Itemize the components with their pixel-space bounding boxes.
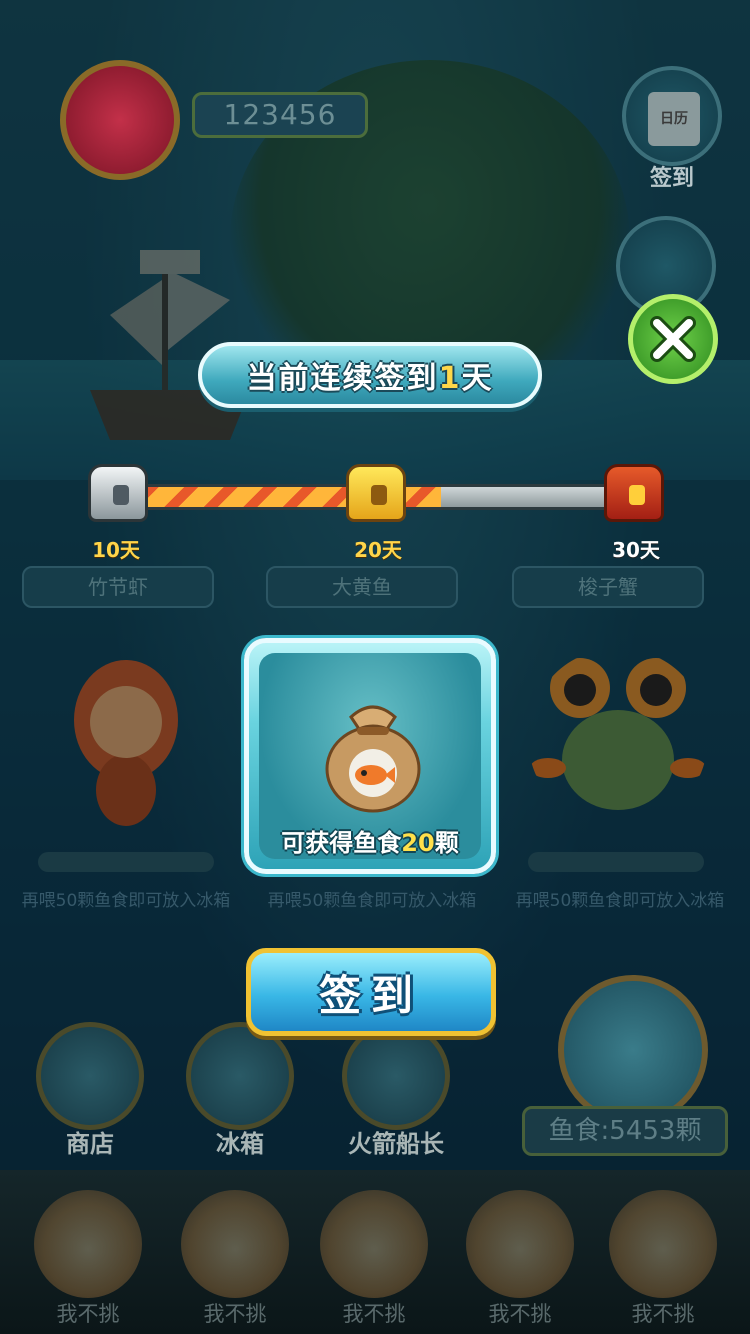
feed-progress-crab xyxy=(528,852,704,872)
player-avatar[interactable] xyxy=(60,60,180,180)
streak-title: 当前连续签到1天 xyxy=(198,342,542,408)
card-name-croaker: 大黄鱼 xyxy=(266,566,458,608)
silver-chest-icon[interactable] xyxy=(88,464,148,522)
close-icon xyxy=(650,316,696,362)
streak-title-prefix: 当前连续签到 xyxy=(246,361,439,396)
card-name-shrimp: 竹节虾 xyxy=(22,566,214,608)
calendar-icon: 日历 xyxy=(648,92,700,146)
reward-amount: 20 xyxy=(401,829,435,857)
milestone-10-label: 10天 xyxy=(92,538,140,562)
friend-name: 我不挑 xyxy=(342,1302,406,1326)
reward-text: 可获得鱼食20颗 xyxy=(259,823,481,858)
reward-card: 可获得鱼食20颗 xyxy=(244,638,496,874)
streak-days: 1 xyxy=(438,361,462,396)
checkin-label: 签到 xyxy=(649,166,694,191)
feed-note-crab: 再喂50颗鱼食即可放入冰箱 xyxy=(515,891,725,911)
feed-note-croaker: 再喂50颗鱼食即可放入冰箱 xyxy=(267,891,477,911)
shop-label: 商店 xyxy=(66,1130,114,1158)
friend-avatar[interactable] xyxy=(466,1190,574,1298)
fridge-label: 冰箱 xyxy=(216,1130,264,1158)
friend-name: 我不挑 xyxy=(631,1302,695,1326)
feed-note-shrimp: 再喂50颗鱼食即可放入冰箱 xyxy=(21,891,231,911)
friend-avatar[interactable] xyxy=(609,1190,717,1298)
milestone-20-label: 20天 xyxy=(354,538,402,562)
milestone-30-label: 30天 xyxy=(612,538,660,562)
card-name-crab: 梭子蟹 xyxy=(512,566,704,608)
fridge-button[interactable] xyxy=(186,1022,294,1130)
fish-food-counter: 鱼食:5453颗 xyxy=(522,1106,728,1156)
sign-in-button-label: 签到 xyxy=(318,970,423,1020)
treasure-chest-icon[interactable] xyxy=(604,464,664,522)
friend-avatar[interactable] xyxy=(181,1190,289,1298)
captain-label: 火箭船长 xyxy=(348,1130,444,1158)
friend-name: 我不挑 xyxy=(203,1302,267,1326)
streak-title-suffix: 天 xyxy=(461,361,494,396)
feed-progress-shrimp xyxy=(38,852,214,872)
shrimp-creature[interactable] xyxy=(56,640,196,830)
captain-button[interactable] xyxy=(342,1022,450,1130)
crab-creature[interactable] xyxy=(528,648,708,828)
fish-food-orb[interactable] xyxy=(558,975,708,1125)
friend-avatar[interactable] xyxy=(320,1190,428,1298)
fish-food-bag-icon xyxy=(325,705,421,813)
gold-chest-icon[interactable] xyxy=(346,464,406,522)
friend-avatar[interactable] xyxy=(34,1190,142,1298)
friend-name: 我不挑 xyxy=(488,1302,552,1326)
reward-suffix: 颗 xyxy=(434,829,459,857)
shop-button[interactable] xyxy=(36,1022,144,1130)
sign-in-button[interactable]: 签到 xyxy=(246,948,496,1036)
score-display: 123456 xyxy=(192,92,368,138)
close-button[interactable] xyxy=(628,294,718,384)
friend-name: 我不挑 xyxy=(56,1302,120,1326)
reward-prefix: 可获得鱼食 xyxy=(281,829,402,857)
reward-card-inner: 可获得鱼食20颗 xyxy=(259,653,481,859)
